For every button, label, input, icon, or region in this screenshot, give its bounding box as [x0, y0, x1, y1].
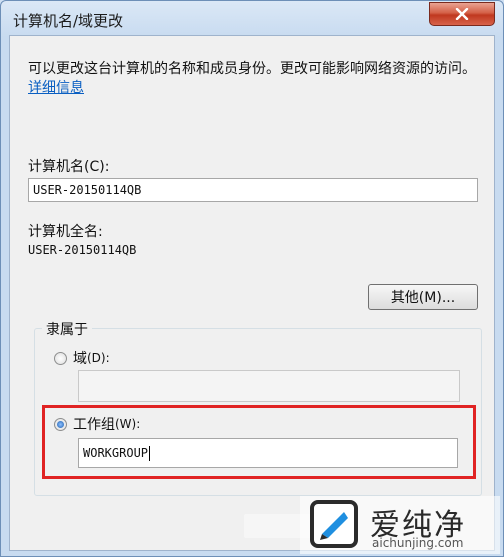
full-name-value: USER-20150114QB	[28, 243, 137, 257]
text-caret	[149, 446, 151, 461]
description-text: 可以更改这台计算机的名称和成员身份。更改可能影响网络资源的访问。详细信息	[28, 60, 488, 98]
domain-label: 域	[73, 351, 87, 367]
close-icon	[455, 8, 469, 20]
details-link[interactable]: 详细信息	[28, 80, 84, 96]
computer-name-label: 计算机名(C):	[28, 159, 110, 175]
workgroup-label: 工作组	[73, 417, 115, 433]
close-button[interactable]	[429, 2, 495, 26]
other-button[interactable]: 其他(M)...	[368, 284, 478, 310]
watermark: 爱纯净 aichunjing.com	[300, 496, 500, 554]
watermark-url: aichunjing.com	[372, 536, 464, 550]
dialog-window: 计算机名/域更改 可以更改这台计算机的名称和成员身份。更改可能影响网络资源的访问…	[0, 0, 504, 557]
domain-radio-row[interactable]: 域 (D):	[54, 348, 110, 368]
workgroup-radio[interactable]	[54, 417, 67, 431]
domain-input[interactable]	[78, 370, 460, 402]
workgroup-input[interactable]: WORKGROUP	[78, 438, 458, 468]
workgroup-radio-row[interactable]: 工作组 (W):	[54, 414, 140, 434]
title-bar[interactable]: 计算机名/域更改	[1, 1, 503, 35]
workgroup-shortcut: (W):	[115, 417, 141, 431]
domain-shortcut: (D):	[87, 351, 110, 365]
member-of-title: 隶属于	[42, 319, 92, 339]
dialog-content: 可以更改这台计算机的名称和成员身份。更改可能影响网络资源的访问。详细信息 计算机…	[9, 35, 495, 551]
computer-name-input[interactable]: USER-20150114QB	[28, 178, 478, 202]
description-body: 可以更改这台计算机的名称和成员身份。更改可能影响网络资源的访问。	[28, 61, 476, 77]
domain-radio[interactable]	[54, 351, 67, 365]
workgroup-value: WORKGROUP	[83, 446, 149, 460]
watermark-logo-icon	[310, 500, 358, 548]
window-title: 计算机名/域更改	[13, 12, 124, 30]
full-name-label: 计算机全名:	[28, 224, 103, 240]
